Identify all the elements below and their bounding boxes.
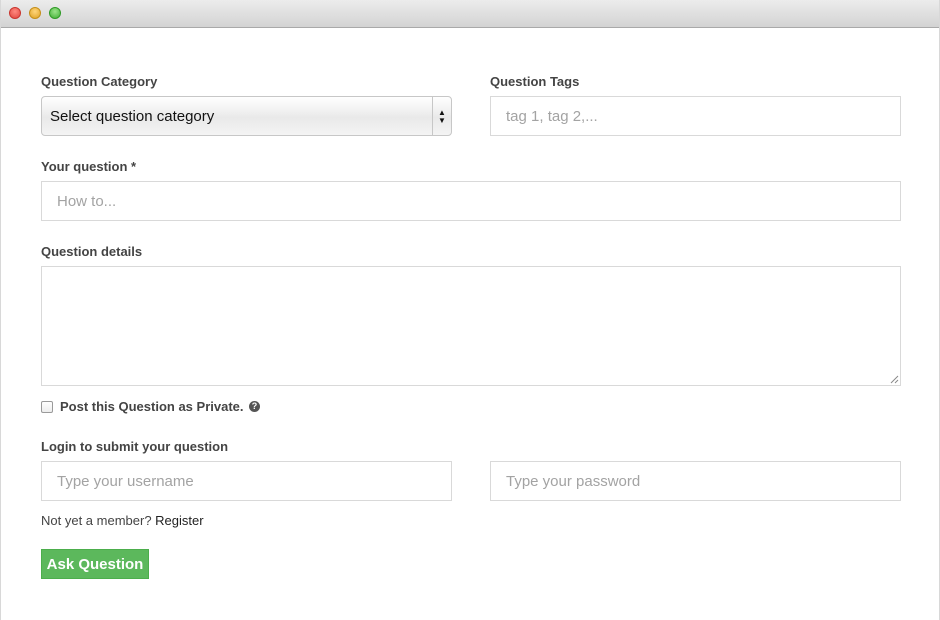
register-link[interactable]: Register (155, 513, 203, 528)
category-label: Question Category (41, 74, 158, 89)
password-input[interactable]: Type your password (490, 461, 901, 501)
details-label: Question details (41, 244, 143, 259)
login-label: Login to submit your question (41, 439, 229, 454)
category-selected-value: Select question category (50, 107, 215, 125)
username-input[interactable]: Type your username (41, 461, 452, 501)
question-placeholder: How to... (57, 192, 117, 210)
minimize-window-button[interactable] (29, 7, 41, 19)
tags-input[interactable]: tag 1, tag 2,... (490, 96, 901, 136)
title-bar (1, 0, 939, 28)
member-prompt: Not yet a member? Register (41, 513, 204, 528)
select-arrows-icon: ▲ ▼ (438, 108, 446, 125)
private-checkbox[interactable] (41, 401, 53, 413)
category-select[interactable]: Select question category ▲ ▼ (41, 96, 452, 136)
ask-question-button[interactable]: Ask Question (41, 549, 149, 579)
tags-label: Question Tags (490, 74, 580, 89)
app-window: Question Category Select question catego… (0, 0, 940, 620)
question-input[interactable]: How to... (41, 181, 901, 221)
zoom-window-button[interactable] (49, 7, 61, 19)
member-text: Not yet a member? (41, 513, 152, 528)
help-icon[interactable]: ? (249, 401, 260, 412)
select-divider (432, 97, 433, 135)
username-placeholder: Type your username (57, 472, 194, 490)
tags-placeholder: tag 1, tag 2,... (506, 107, 598, 125)
question-label: Your question * (41, 159, 137, 174)
private-label[interactable]: Post this Question as Private. (60, 399, 244, 414)
resize-grip-icon[interactable] (890, 375, 899, 384)
details-textarea[interactable] (41, 266, 901, 386)
close-window-button[interactable] (9, 7, 21, 19)
password-placeholder: Type your password (506, 472, 641, 490)
